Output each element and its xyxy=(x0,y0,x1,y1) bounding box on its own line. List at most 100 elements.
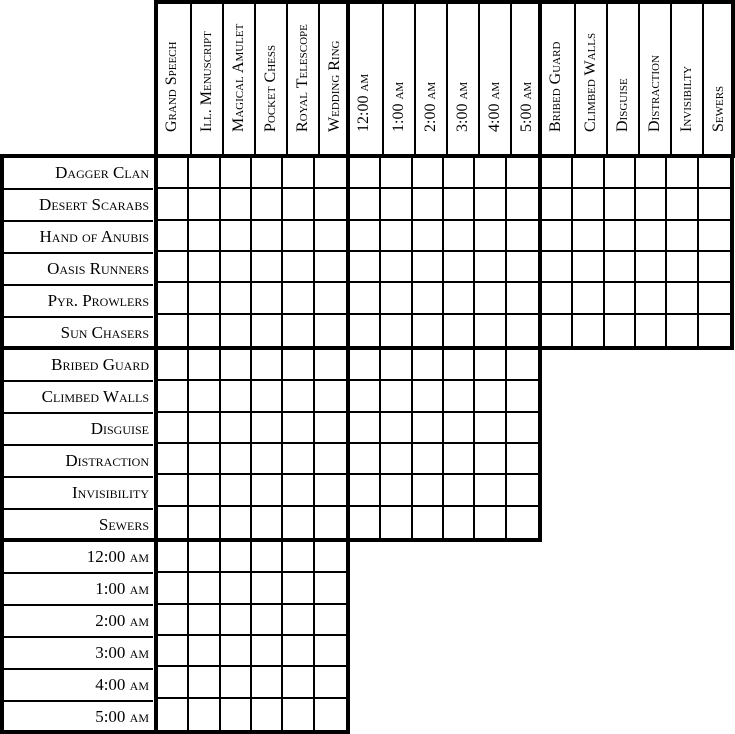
grid-cell[interactable] xyxy=(667,158,699,190)
grid-cell[interactable] xyxy=(283,283,315,315)
grid-cell[interactable] xyxy=(381,350,413,382)
grid-cell[interactable] xyxy=(189,667,221,699)
grid-cell[interactable] xyxy=(252,506,284,538)
grid-cell[interactable] xyxy=(189,542,221,574)
grid-cell[interactable] xyxy=(220,283,252,315)
grid-cell[interactable] xyxy=(220,220,252,252)
grid-cell[interactable] xyxy=(283,542,315,574)
grid-cell[interactable] xyxy=(189,636,221,668)
grid-cell[interactable] xyxy=(413,506,444,538)
grid-cell[interactable] xyxy=(506,475,538,507)
grid-cell[interactable] xyxy=(412,283,444,315)
grid-cell[interactable] xyxy=(189,189,221,221)
grid-cell[interactable] xyxy=(381,475,413,507)
grid-cell[interactable] xyxy=(158,283,190,315)
grid-cell[interactable] xyxy=(350,283,382,315)
grid-cell[interactable] xyxy=(158,252,190,284)
grid-cell[interactable] xyxy=(381,381,413,413)
grid-cell[interactable] xyxy=(506,413,538,444)
grid-cell[interactable] xyxy=(542,314,574,346)
grid-cell[interactable] xyxy=(158,573,190,605)
grid-cell[interactable] xyxy=(475,475,507,507)
grid-cell[interactable] xyxy=(636,189,668,221)
grid-cell[interactable] xyxy=(189,350,221,382)
grid-cell[interactable] xyxy=(158,636,190,668)
grid-cell[interactable] xyxy=(667,252,699,284)
grid-cell[interactable] xyxy=(412,444,444,476)
grid-cell[interactable] xyxy=(252,158,284,190)
grid-cell[interactable] xyxy=(444,220,476,252)
grid-cell[interactable] xyxy=(475,220,507,252)
grid-cell[interactable] xyxy=(221,506,252,538)
grid-cell[interactable] xyxy=(314,252,346,284)
grid-cell[interactable] xyxy=(507,507,538,538)
grid-cell[interactable] xyxy=(158,506,190,538)
grid-cell[interactable] xyxy=(220,189,252,221)
grid-cell[interactable] xyxy=(381,412,413,444)
grid-cell[interactable] xyxy=(220,252,252,284)
grid-cell[interactable] xyxy=(573,314,605,346)
grid-cell[interactable] xyxy=(189,220,221,252)
grid-cell[interactable] xyxy=(542,220,574,252)
grid-cell[interactable] xyxy=(381,252,413,284)
grid-cell[interactable] xyxy=(475,506,507,538)
grid-cell[interactable] xyxy=(189,698,221,730)
grid-cell[interactable] xyxy=(221,314,252,346)
grid-cell[interactable] xyxy=(220,604,252,636)
grid-cell[interactable] xyxy=(381,283,413,315)
grid-cell[interactable] xyxy=(604,158,636,190)
grid-cell[interactable] xyxy=(252,667,284,699)
grid-cell[interactable] xyxy=(252,350,284,382)
grid-cell[interactable] xyxy=(189,506,221,538)
grid-cell[interactable] xyxy=(252,542,284,574)
grid-cell[interactable] xyxy=(475,283,507,315)
grid-cell[interactable] xyxy=(444,314,476,346)
grid-cell[interactable] xyxy=(699,315,730,346)
grid-cell[interactable] xyxy=(604,283,636,315)
grid-cell[interactable] xyxy=(252,573,284,605)
grid-cell[interactable] xyxy=(604,252,636,284)
grid-cell[interactable] xyxy=(158,412,190,444)
grid-cell[interactable] xyxy=(636,314,668,346)
grid-cell[interactable] xyxy=(189,314,221,346)
grid-cell[interactable] xyxy=(283,381,315,413)
grid-cell[interactable] xyxy=(158,667,190,699)
grid-cell[interactable] xyxy=(573,158,605,190)
grid-cell[interactable] xyxy=(444,381,476,413)
grid-cell[interactable] xyxy=(542,189,574,221)
grid-cell[interactable] xyxy=(314,413,346,444)
grid-cell[interactable] xyxy=(283,314,315,346)
grid-cell[interactable] xyxy=(315,507,346,538)
grid-cell[interactable] xyxy=(636,220,668,252)
grid-cell[interactable] xyxy=(158,314,190,346)
grid-cell[interactable] xyxy=(350,189,382,221)
grid-cell[interactable] xyxy=(158,381,190,413)
grid-cell[interactable] xyxy=(252,252,284,284)
grid-cell[interactable] xyxy=(220,444,252,476)
grid-cell[interactable] xyxy=(283,636,315,668)
grid-cell[interactable] xyxy=(475,189,507,221)
grid-cell[interactable] xyxy=(604,189,636,221)
grid-cell[interactable] xyxy=(314,542,346,574)
grid-cell[interactable] xyxy=(507,315,538,346)
grid-cell[interactable] xyxy=(542,283,574,315)
grid-cell[interactable] xyxy=(444,506,476,538)
grid-cell[interactable] xyxy=(412,350,444,382)
grid-cell[interactable] xyxy=(350,314,382,346)
grid-cell[interactable] xyxy=(283,158,315,190)
grid-cell[interactable] xyxy=(444,158,476,190)
grid-cell[interactable] xyxy=(636,252,668,284)
grid-cell[interactable] xyxy=(314,221,346,252)
grid-cell[interactable] xyxy=(314,605,346,636)
grid-cell[interactable] xyxy=(573,283,605,315)
grid-cell[interactable] xyxy=(220,573,252,605)
grid-cell[interactable] xyxy=(220,381,252,413)
grid-cell[interactable] xyxy=(573,220,605,252)
grid-cell[interactable] xyxy=(475,444,507,476)
grid-cell[interactable] xyxy=(314,573,346,605)
grid-cell[interactable] xyxy=(506,158,538,190)
grid-cell[interactable] xyxy=(158,220,190,252)
grid-cell[interactable] xyxy=(283,475,315,507)
grid-cell[interactable] xyxy=(350,475,382,507)
grid-cell[interactable] xyxy=(636,158,668,190)
